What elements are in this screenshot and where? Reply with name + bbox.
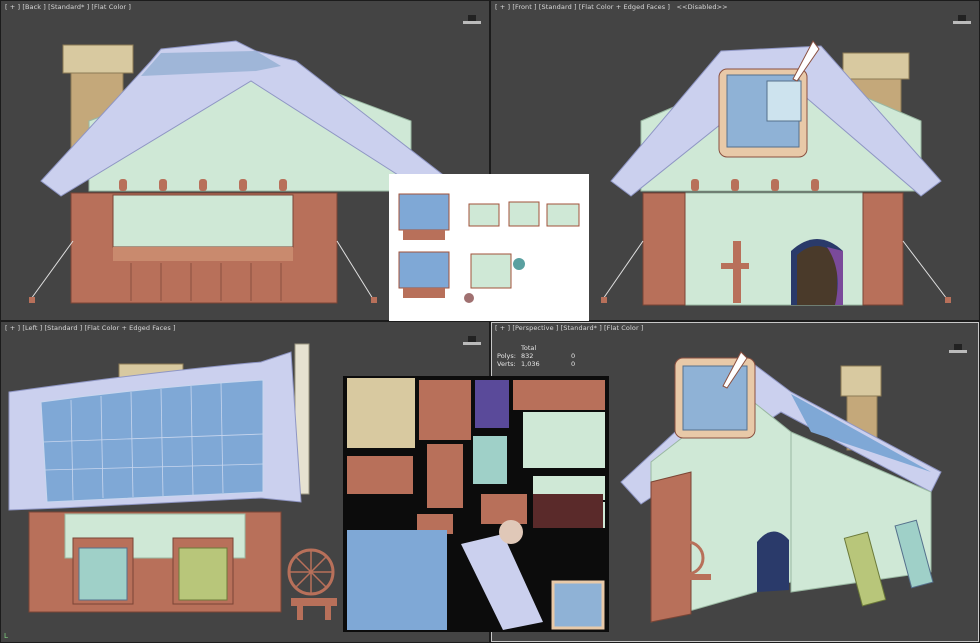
uv-texture-atlas [343, 376, 609, 632]
concept-reference-sheet [389, 174, 589, 321]
max-viewport-layout: [ + ] [Back ] [Standard* ] [Flat Color ] [0, 0, 980, 643]
axis-gizmo-icon: L [4, 632, 8, 640]
